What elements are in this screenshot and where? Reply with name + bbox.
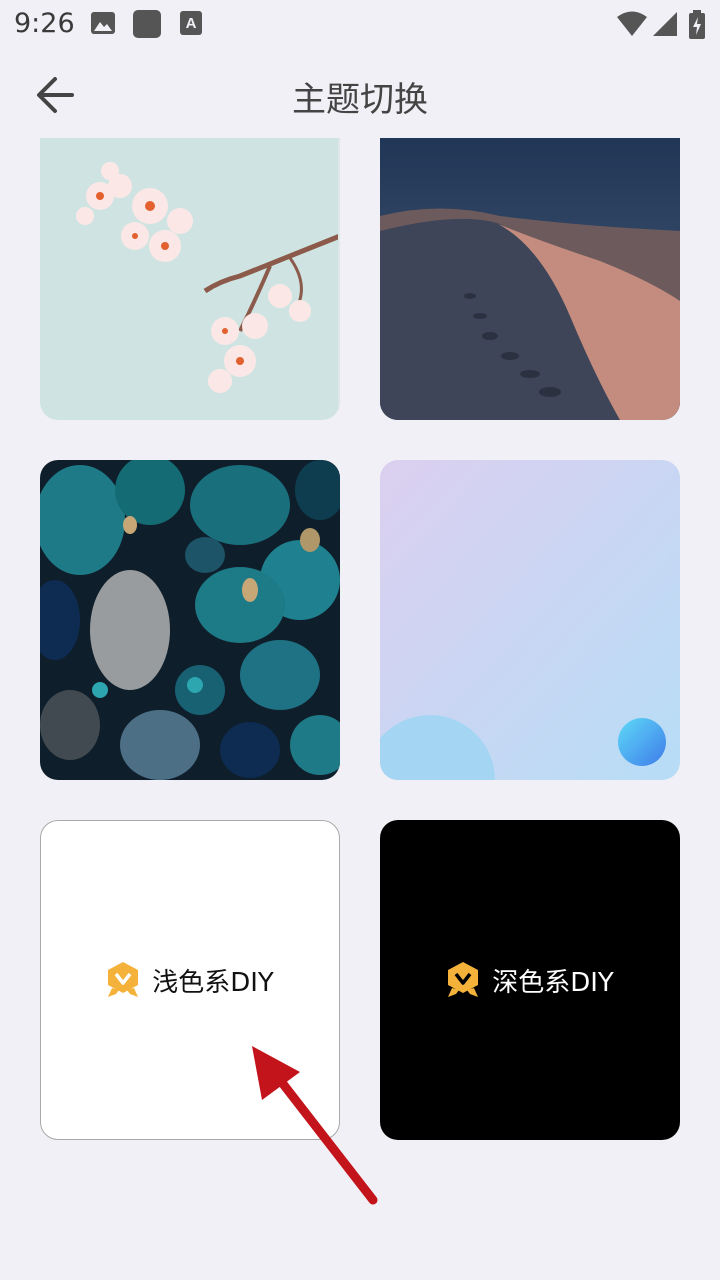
page-title: 主题切换 bbox=[292, 80, 428, 120]
status-bar: 9:26 A bbox=[0, 0, 720, 50]
battery-charging-icon bbox=[689, 10, 705, 39]
font-a-icon: A bbox=[180, 11, 202, 35]
theme-card-gradient[interactable] bbox=[380, 460, 680, 780]
vip-badge-icon bbox=[108, 962, 139, 997]
status-time: 9:26 bbox=[14, 8, 75, 39]
theme-card-pebbles[interactable] bbox=[40, 460, 340, 780]
teal-pebbles-image bbox=[40, 460, 340, 780]
vip-badge-icon bbox=[448, 962, 479, 997]
theme-card-desert[interactable] bbox=[380, 138, 680, 420]
image-icon bbox=[91, 12, 115, 34]
desert-dunes-image bbox=[380, 138, 680, 420]
theme-card-cherry-blossom[interactable] bbox=[40, 138, 340, 420]
svg-text:A: A bbox=[186, 15, 197, 32]
light-diy-label: 浅色系DIY bbox=[152, 967, 274, 998]
wifi-icon bbox=[617, 11, 647, 36]
top-app-bar: 主题切换 bbox=[0, 50, 720, 138]
dark-diy-label: 深色系DIY bbox=[492, 967, 614, 998]
square-app-icon bbox=[133, 10, 161, 38]
signal-icon bbox=[653, 12, 677, 36]
theme-grid: 浅色系DIY 深色系DIY bbox=[0, 138, 720, 1280]
light-diy-card[interactable]: 浅色系DIY bbox=[40, 820, 340, 1140]
cherry-blossom-image bbox=[40, 138, 340, 420]
dark-diy-card[interactable]: 深色系DIY bbox=[380, 820, 680, 1140]
lavender-gradient-image bbox=[380, 460, 680, 780]
